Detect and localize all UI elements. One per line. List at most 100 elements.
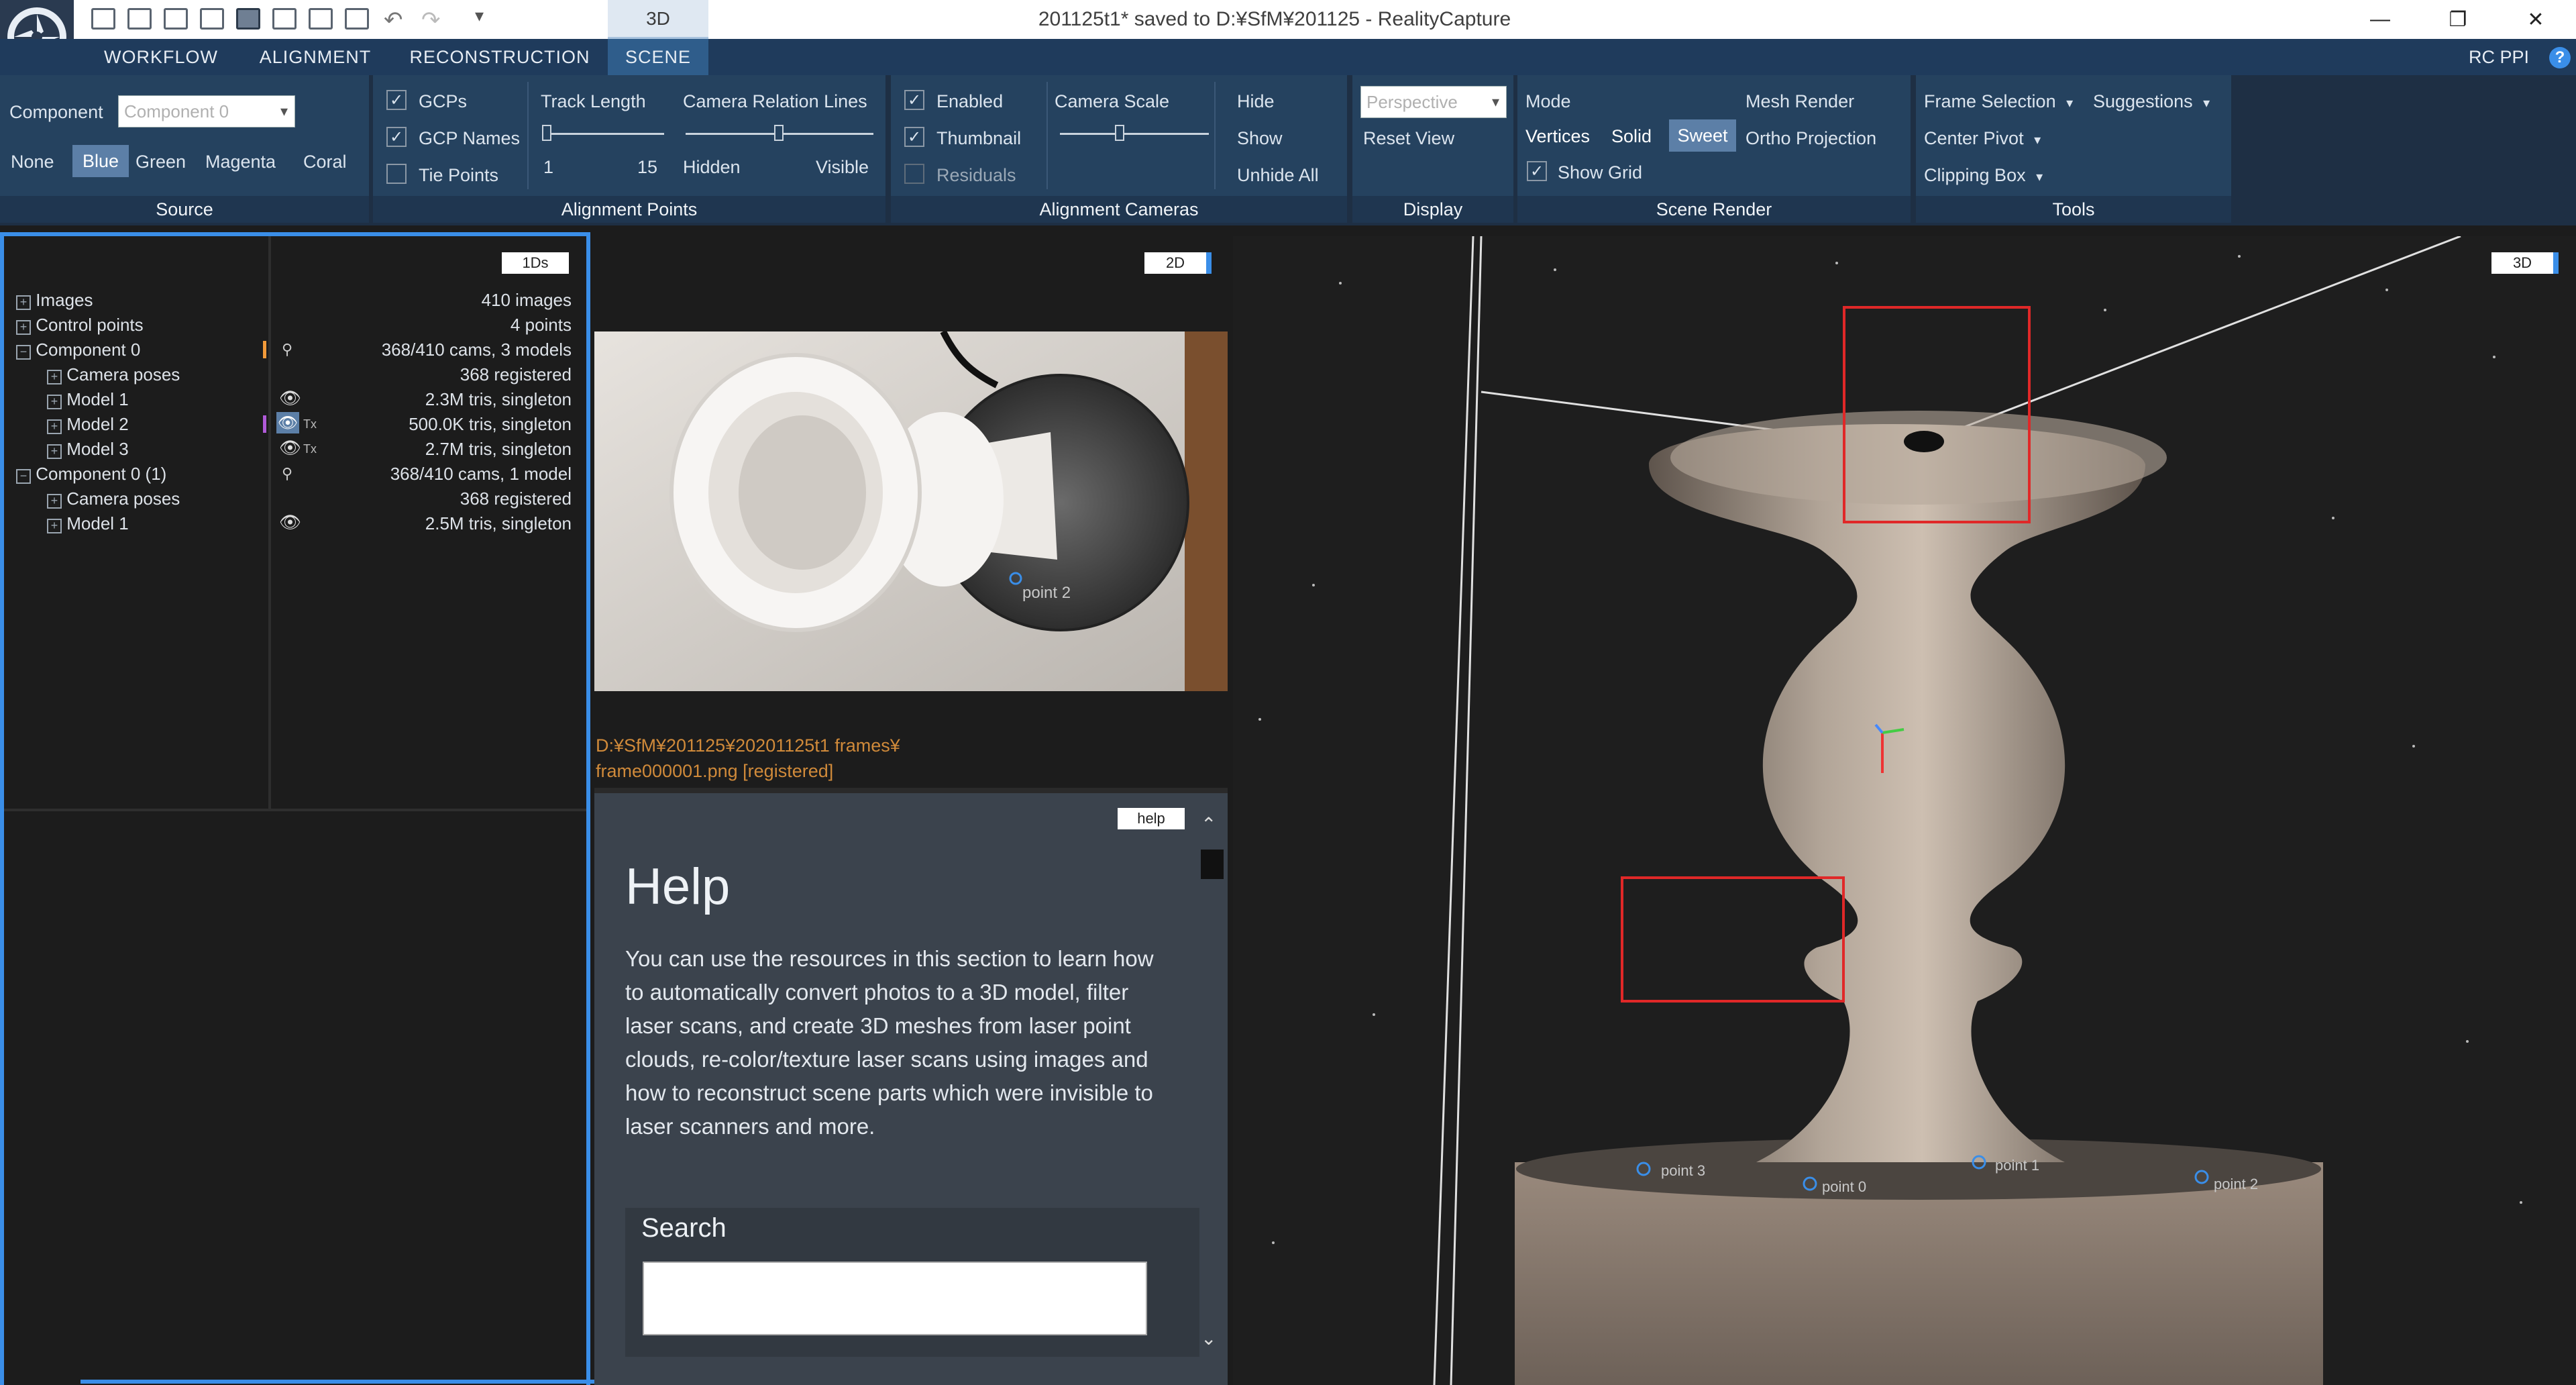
location-pin-icon[interactable]: ⚲ (282, 465, 292, 482)
scroll-up-icon[interactable]: ⌃ (1201, 813, 1216, 835)
color-marker-magenta (263, 415, 266, 433)
tree-item-images[interactable]: + Images (16, 290, 93, 311)
view-2d-badge[interactable]: 2D (1144, 252, 1212, 274)
projection-dropdown[interactable]: Perspective ▾ (1360, 86, 1507, 118)
color-none-button[interactable]: None (11, 152, 54, 172)
scene-render-group-label: Scene Render (1517, 196, 1911, 223)
ortho-projection-button[interactable]: Ortho Projection (1746, 128, 1876, 149)
camera-scale-slider-thumb[interactable] (1115, 125, 1124, 141)
component-dropdown[interactable]: Component 0 ▾ (118, 95, 295, 127)
eye-icon-selected[interactable]: 👁 (276, 412, 299, 433)
layout-8-icon[interactable] (345, 8, 369, 30)
collapse-icon[interactable]: − (16, 345, 31, 360)
suggestions-button[interactable]: Suggestions ▾ (2093, 91, 2210, 112)
menu-reconstruction[interactable]: RECONSTRUCTION (402, 39, 597, 75)
clipping-box-label: Clipping Box (1924, 165, 2026, 185)
tie-points-checkbox[interactable] (386, 164, 407, 184)
enabled-checkbox[interactable]: ✓ (904, 90, 924, 110)
collapse-icon[interactable]: − (16, 469, 31, 484)
track-length-slider-thumb[interactable] (542, 125, 551, 141)
view-3d[interactable] (1233, 236, 2576, 1385)
expand-icon[interactable]: + (47, 395, 62, 409)
quick-access-dropdown-icon[interactable]: ▾ (475, 5, 484, 26)
track-length-label: Track Length (541, 91, 646, 111)
tree-item-camera-poses[interactable]: + Camera poses (47, 364, 180, 385)
show-button[interactable]: Show (1237, 128, 1283, 149)
tree-1ds-badge[interactable]: 1Ds (502, 252, 569, 274)
layout-7-icon[interactable] (309, 8, 333, 30)
thumbnail-checkbox[interactable]: ✓ (904, 127, 924, 147)
tree-item-camera-poses[interactable]: + Camera poses (47, 489, 180, 509)
redo-icon[interactable]: ↷ (421, 7, 441, 34)
gcp-names-checkbox[interactable]: ✓ (386, 127, 407, 147)
show-grid-label: Show Grid (1558, 162, 1643, 183)
frame-selection-button[interactable]: Frame Selection ▾ (1924, 91, 2073, 112)
tree-item-model-1[interactable]: + Model 1 (47, 513, 129, 534)
color-blue-button[interactable]: Blue (72, 145, 129, 177)
residuals-checkbox[interactable] (904, 164, 924, 184)
layout-4-icon[interactable] (200, 8, 224, 30)
point-label: point 0 (1822, 1178, 1867, 1195)
expand-icon[interactable]: + (16, 295, 31, 310)
unhide-all-button[interactable]: Unhide All (1237, 165, 1319, 186)
tree-item-component-0[interactable]: − Component 0 (16, 340, 140, 360)
show-grid-checkbox[interactable]: ✓ (1527, 161, 1547, 181)
close-button[interactable]: ✕ (2497, 0, 2575, 39)
help-scrollbar-thumb[interactable] (1201, 850, 1224, 879)
help-icon[interactable]: ? (2549, 47, 2571, 68)
layout-3-icon[interactable] (164, 8, 188, 30)
expand-icon[interactable]: + (47, 494, 62, 509)
tab-3d[interactable]: 3D (608, 0, 708, 39)
undo-icon[interactable]: ↶ (384, 7, 403, 34)
menu-alignment[interactable]: ALIGNMENT (248, 39, 382, 75)
tree-item-control-points[interactable]: + Control points (16, 315, 144, 336)
scroll-down-icon[interactable]: ⌄ (1201, 1327, 1216, 1349)
clipping-box-button[interactable]: Clipping Box ▾ (1924, 165, 2043, 186)
hide-button[interactable]: Hide (1237, 91, 1275, 112)
center-pivot-button[interactable]: Center Pivot ▾ (1924, 128, 2041, 149)
gcps-checkbox[interactable]: ✓ (386, 90, 407, 110)
expand-icon[interactable]: + (47, 444, 62, 459)
location-pin-icon[interactable]: ⚲ (282, 341, 292, 358)
solid-button[interactable]: Solid (1611, 126, 1652, 147)
horizontal-scrollbar[interactable] (80, 1380, 657, 1384)
reset-view-button[interactable]: Reset View (1363, 128, 1454, 149)
layout-6-icon[interactable] (272, 8, 297, 30)
menu-scene[interactable]: SCENE (608, 39, 708, 75)
tree-item-model-3[interactable]: + Model 3 (47, 439, 129, 460)
sweet-button[interactable]: Sweet (1669, 119, 1736, 152)
eye-icon[interactable]: 👁 (279, 512, 301, 533)
restore-button[interactable]: ❐ (2419, 0, 2497, 39)
frame-image[interactable] (594, 331, 1228, 691)
expand-icon[interactable]: + (16, 320, 31, 335)
color-green-button[interactable]: Green (136, 152, 186, 172)
menu-workflow[interactable]: WORKFLOW (94, 39, 228, 75)
tree-value: 368 registered (460, 364, 572, 384)
track-length-slider[interactable] (543, 133, 664, 135)
expand-icon[interactable]: + (47, 519, 62, 533)
color-coral-button[interactable]: Coral (303, 152, 347, 172)
gcp-names-label: GCP Names (419, 128, 521, 148)
help-search-input[interactable] (643, 1262, 1147, 1335)
help-badge[interactable]: help (1118, 808, 1185, 829)
vertices-button[interactable]: Vertices (1525, 126, 1590, 147)
layout-5-icon[interactable] (236, 8, 260, 30)
expand-icon[interactable]: + (47, 419, 62, 434)
camera-relation-slider-thumb[interactable] (774, 125, 784, 141)
view-3d-badge[interactable]: 3D (2491, 252, 2559, 274)
color-magenta-button[interactable]: Magenta (205, 152, 276, 172)
tree-value: 2.7M tris, singleton (425, 439, 572, 459)
layout-2-icon[interactable] (127, 8, 152, 30)
enabled-label: Enabled (936, 91, 1004, 111)
minimize-button[interactable]: — (2341, 0, 2419, 39)
tree-item-model-2[interactable]: + Model 2 (47, 414, 129, 435)
camera-scale-slider[interactable] (1060, 133, 1209, 135)
eye-icon[interactable]: 👁 (279, 438, 301, 458)
eye-icon[interactable]: 👁 (279, 388, 301, 409)
tree-item-component-0-1[interactable]: − Component 0 (1) (16, 464, 166, 484)
expand-icon[interactable]: + (47, 370, 62, 384)
layout-1-icon[interactable] (91, 8, 115, 30)
rc-ppi-label[interactable]: RC PPI (2469, 39, 2529, 75)
tree-item-model-1[interactable]: + Model 1 (47, 389, 129, 410)
alignment-cameras-group-label: Alignment Cameras (891, 196, 1347, 223)
